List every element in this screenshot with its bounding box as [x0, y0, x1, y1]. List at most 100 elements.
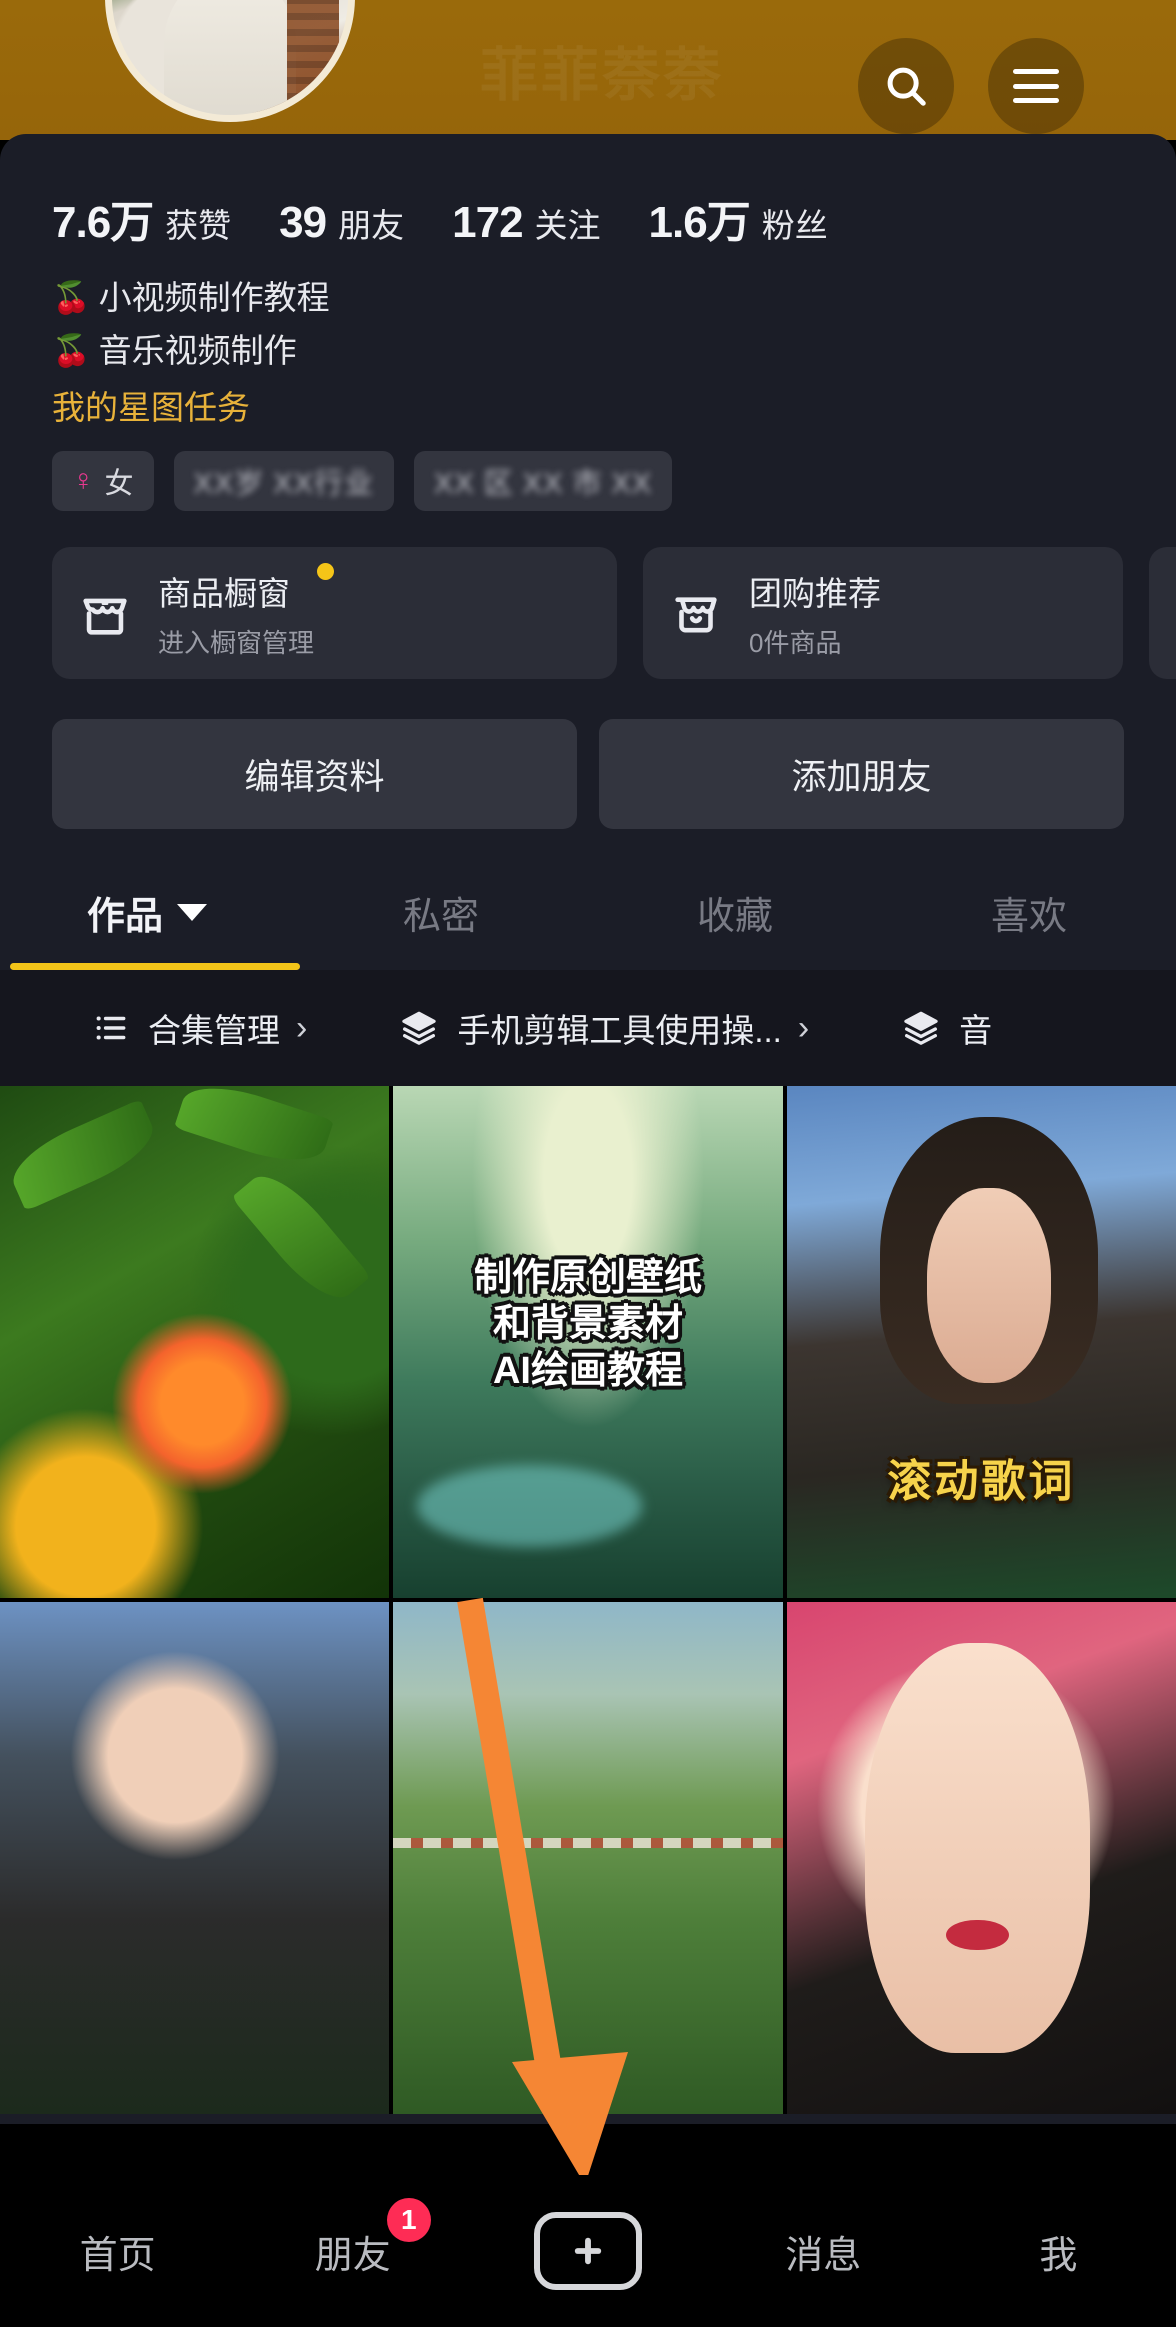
video-thumbnail[interactable]: 滚动歌词 — [786, 1086, 1176, 1599]
cover-watermark: 菲菲萘萘 — [480, 43, 725, 108]
thumb-art — [231, 1161, 371, 1313]
collection-manage[interactable]: 合集管理 › — [0, 1004, 307, 1052]
bio-section: 🍒 小视频制作教程 🍒 音乐视频制作 我的星图任务 — [0, 250, 1176, 429]
bio-line: 🍒 小视频制作教程 — [52, 276, 1176, 321]
nav-friends-label: 朋友 — [314, 2234, 391, 2277]
plus-icon[interactable] — [534, 2212, 642, 2290]
tab-active-indicator — [10, 963, 300, 971]
stat-likes[interactable]: 7.6万 获赞 — [52, 186, 231, 250]
showcase-card-groupbuy[interactable]: 团购推荐 0件商品 — [643, 547, 1123, 680]
tag-gender[interactable]: ♀ 女 — [52, 451, 154, 512]
add-friend-button[interactable]: 添加朋友 — [599, 719, 1124, 830]
collection-item-2[interactable]: 音 — [809, 1004, 992, 1052]
tab-private[interactable]: 私密 — [294, 885, 588, 970]
chevron-right-icon: › — [797, 1008, 810, 1047]
nav-home-label: 首页 — [79, 2234, 156, 2277]
nav-friends[interactable]: 朋友 1 — [235, 2197, 470, 2279]
nav-messages[interactable]: 消息 — [706, 2224, 941, 2279]
stat-friends-label: 朋友 — [338, 207, 405, 244]
bio-line: 🍒 音乐视频制作 — [52, 329, 1176, 374]
video-grid: 制作原创壁纸 和背景素材 AI绘画教程 滚动歌词 — [0, 1086, 1176, 2115]
video-caption: 制作原创壁纸 和背景素材 AI绘画教程 — [473, 1257, 702, 1392]
showcase-card-groupbuy-title: 团购推荐 — [749, 574, 881, 612]
tab-likes[interactable]: 喜欢 — [882, 885, 1176, 970]
video-thumbnail[interactable] — [0, 1086, 390, 1599]
video-thumbnail[interactable] — [786, 1602, 1176, 2115]
star-map-task-link[interactable]: 我的星图任务 — [52, 381, 1176, 429]
thumb-art — [926, 1188, 1052, 1384]
stat-followers-label: 粉丝 — [761, 207, 828, 244]
search-icon — [887, 67, 926, 106]
thumb-art — [946, 1919, 1009, 1951]
nav-messages-label: 消息 — [785, 2234, 862, 2277]
collection-item-1[interactable]: 手机剪辑工具使用操... › — [307, 1004, 809, 1052]
female-icon: ♀ — [72, 464, 95, 498]
showcase-card-partial[interactable] — [1149, 547, 1176, 680]
action-button-row: 编辑资料 添加朋友 — [0, 679, 1176, 830]
stat-likes-value: 7.6万 — [52, 198, 154, 247]
chevron-right-icon: › — [296, 1008, 308, 1047]
stat-friends-value: 39 — [279, 198, 327, 247]
list-icon — [92, 1009, 130, 1047]
avatar-art-rail — [286, 0, 339, 111]
bio-line-text: 小视频制作教程 — [98, 279, 330, 316]
thumb-art — [864, 1643, 1091, 2053]
stats-row: 7.6万 获赞 39 朋友 172 关注 1.6万 粉丝 — [0, 134, 1176, 250]
thumb-art — [2, 1098, 163, 1212]
notification-dot — [317, 562, 335, 580]
status-badge: 1 — [386, 2197, 431, 2242]
showcase-card-groupbuy-subtitle: 0件商品 — [749, 627, 842, 658]
chevron-down-icon[interactable] — [177, 904, 207, 922]
tab-works-label: 作品 — [86, 896, 163, 939]
showcase-row: 商品橱窗 进入橱窗管理 团购推荐 0件商品 — [0, 511, 1176, 680]
showcase-card-storefront-subtitle: 进入橱窗管理 — [158, 627, 315, 658]
layers-icon — [399, 1008, 439, 1048]
tag-masked-1[interactable]: XX岁 XX行业 — [173, 451, 394, 512]
showcase-card-storefront[interactable]: 商品橱窗 进入橱窗管理 — [52, 547, 617, 680]
nav-profile[interactable]: 我 — [941, 2224, 1176, 2279]
video-thumbnail[interactable]: 制作原创壁纸 和背景素材 AI绘画教程 — [393, 1086, 783, 1599]
tag-masked-2-label: XX 区 XX 市 XX — [433, 468, 653, 501]
collection-manage-label: 合集管理 — [148, 1012, 280, 1050]
tag-gender-label: 女 — [104, 468, 134, 501]
collection-item-1-label: 手机剪辑工具使用操... — [457, 1012, 782, 1050]
tab-favorites[interactable]: 收藏 — [588, 885, 882, 970]
menu-button[interactable] — [988, 38, 1084, 134]
stat-following[interactable]: 172 关注 — [452, 198, 600, 248]
bio-line-text: 音乐视频制作 — [98, 331, 297, 369]
collection-item-2-label: 音 — [959, 1012, 993, 1050]
collections-strip: 合集管理 › 手机剪辑工具使用操... › 音 — [0, 970, 1176, 1087]
search-button[interactable] — [858, 38, 954, 134]
nav-profile-label: 我 — [1039, 2234, 1078, 2277]
store-icon — [74, 582, 136, 644]
video-caption: 滚动歌词 — [887, 1456, 1076, 1506]
stat-followers-value: 1.6万 — [648, 198, 751, 247]
tag-masked-2[interactable]: XX 区 XX 市 XX — [413, 451, 673, 512]
stat-likes-label: 获赞 — [165, 207, 232, 244]
nav-home[interactable]: 首页 — [0, 2224, 235, 2279]
video-thumbnail[interactable] — [0, 1602, 390, 2115]
thumb-art — [416, 1465, 643, 1547]
avatar[interactable] — [105, 0, 355, 122]
tag-masked-1-label: XX岁 XX行业 — [193, 468, 374, 501]
profile-cover-header: 菲菲萘萘 — [0, 0, 1176, 140]
stat-followers[interactable]: 1.6万 粉丝 — [649, 186, 828, 250]
store-icon — [665, 582, 727, 644]
tag-row: ♀ 女 XX岁 XX行业 XX 区 XX 市 XX — [0, 429, 1176, 512]
nav-create[interactable] — [470, 2212, 705, 2290]
thumb-art — [393, 1837, 783, 1848]
edit-profile-button[interactable]: 编辑资料 — [52, 719, 577, 830]
layers-icon — [901, 1008, 941, 1048]
stat-friends[interactable]: 39 朋友 — [279, 198, 404, 248]
avatar-art-coat — [163, 0, 297, 115]
bottom-navigation-bar: 首页 朋友 1 消息 我 — [0, 2175, 1176, 2327]
cherries-icon: 🍒 — [52, 280, 91, 316]
profile-panel: 7.6万 获赞 39 朋友 172 关注 1.6万 粉丝 🍒 小视频制作教程 🍒… — [0, 134, 1176, 2125]
tab-works[interactable]: 作品 — [0, 885, 294, 970]
profile-tabs: 作品 私密 收藏 喜欢 — [0, 829, 1176, 971]
stat-following-label: 关注 — [534, 207, 601, 244]
showcase-card-storefront-title: 商品橱窗 — [158, 562, 335, 615]
stat-following-value: 172 — [452, 198, 523, 247]
video-thumbnail[interactable] — [393, 1602, 783, 2115]
cherries-icon: 🍒 — [52, 332, 91, 368]
